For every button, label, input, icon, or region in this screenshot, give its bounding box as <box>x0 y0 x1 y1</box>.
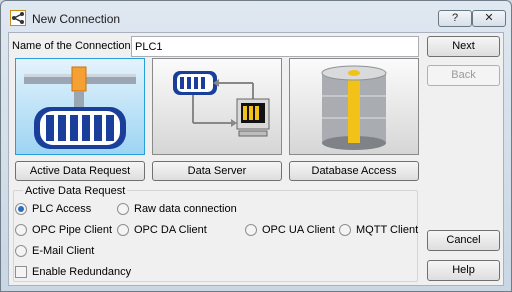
database-access-button[interactable]: Database Access <box>289 161 419 181</box>
tile-active-data-request[interactable] <box>15 58 145 155</box>
tile-database-access[interactable] <box>289 58 419 155</box>
radio-raw-data-connection-label[interactable]: Raw data connection <box>134 203 237 215</box>
enable-redundancy-checkbox[interactable] <box>15 266 27 278</box>
title-bar: New Connection ? ✕ <box>1 1 511 33</box>
radio-raw-data-connection[interactable] <box>117 203 129 215</box>
radio-opc-ua-client-label[interactable]: OPC UA Client <box>262 224 335 236</box>
radio-plc-access[interactable] <box>15 203 27 215</box>
help-button[interactable]: Help <box>427 260 500 281</box>
connection-name-label: Name of the Connection <box>12 40 131 52</box>
tile-data-server[interactable] <box>152 58 282 155</box>
radio-opc-ua-client[interactable] <box>245 224 257 236</box>
title-close-button[interactable]: ✕ <box>472 10 506 27</box>
enable-redundancy-label[interactable]: Enable Redundancy <box>32 266 131 278</box>
back-button[interactable]: Back <box>427 65 500 86</box>
radio-mqtt-client-label[interactable]: MQTT Client <box>356 224 418 236</box>
app-share-icon <box>10 10 26 26</box>
next-button[interactable]: Next <box>427 36 500 57</box>
data-server-icon <box>173 71 270 137</box>
new-connection-dialog: New Connection ? ✕ Name of the Connectio… <box>0 0 512 292</box>
database-icon <box>321 65 387 150</box>
dialog-body: Name of the Connection Next Back Cancel … <box>8 32 504 286</box>
connection-name-input[interactable] <box>131 36 419 57</box>
window-title: New Connection <box>32 12 121 26</box>
active-data-request-button[interactable]: Active Data Request <box>15 161 145 181</box>
title-help-button[interactable]: ? <box>438 10 472 27</box>
active-data-request-icon <box>24 66 136 149</box>
radio-opc-pipe-client-label[interactable]: OPC Pipe Client <box>32 224 112 236</box>
group-title: Active Data Request <box>23 185 128 197</box>
radio-mqtt-client[interactable] <box>339 224 351 236</box>
radio-email-client[interactable] <box>15 245 27 257</box>
radio-email-client-label[interactable]: E-Mail Client <box>32 245 94 257</box>
radio-plc-access-label[interactable]: PLC Access <box>32 203 91 215</box>
data-server-button[interactable]: Data Server <box>152 161 282 181</box>
radio-opc-da-client[interactable] <box>117 224 129 236</box>
cancel-button[interactable]: Cancel <box>427 230 500 251</box>
radio-opc-pipe-client[interactable] <box>15 224 27 236</box>
radio-opc-da-client-label[interactable]: OPC DA Client <box>134 224 207 236</box>
